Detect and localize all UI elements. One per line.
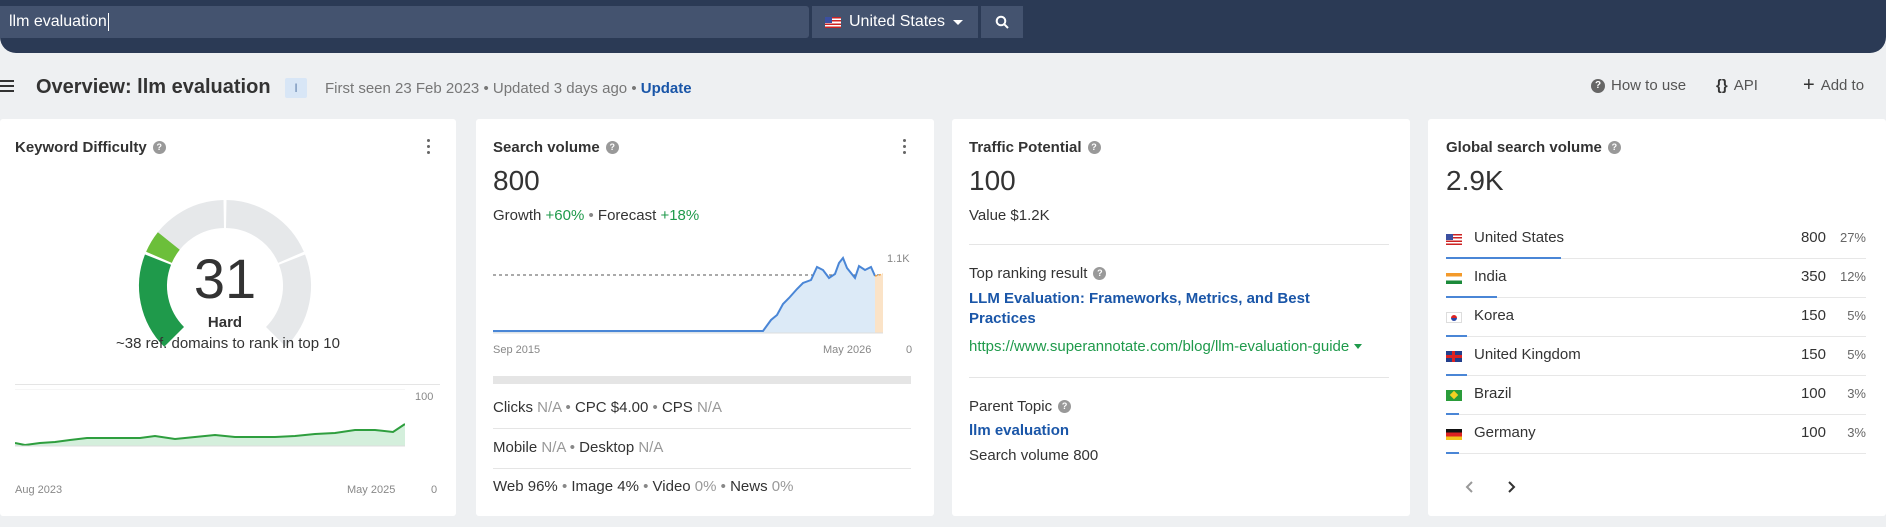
keyword-meta: First seen 23 Feb 2023 • Updated 3 days … bbox=[325, 80, 692, 97]
parent-topic-label: Parent Topic ? bbox=[969, 398, 1072, 415]
us-flag-icon bbox=[825, 16, 841, 28]
country-share-bar bbox=[1446, 452, 1459, 454]
country-select[interactable]: United States bbox=[812, 6, 978, 38]
kd-gauge-fill-segment bbox=[146, 232, 181, 264]
country-row[interactable]: India 350 12% bbox=[1446, 259, 1866, 298]
sv-title: Search volume ? bbox=[493, 139, 619, 156]
uk-flag-icon bbox=[1446, 351, 1462, 362]
sv-growth: Growth +60% • Forecast +18% bbox=[493, 207, 700, 224]
search-icon bbox=[995, 15, 1009, 29]
top-bar: llm evaluation United States bbox=[0, 0, 1886, 53]
sv-device-row: Mobile N/A • Desktop N/A bbox=[493, 439, 664, 456]
keyword-search-input[interactable]: llm evaluation bbox=[0, 6, 809, 38]
tp-value: 100 bbox=[969, 165, 1016, 196]
parent-topic-link[interactable]: llm evaluation bbox=[969, 422, 1069, 439]
sv-range-scrollbar[interactable] bbox=[493, 376, 911, 384]
divider bbox=[15, 384, 440, 385]
kd-x-start: Aug 2023 bbox=[15, 484, 63, 496]
global-search-volume-card: Global search volume ? 2.9K United State… bbox=[1428, 119, 1886, 516]
sv-y-max: 1.1K bbox=[887, 253, 910, 265]
add-to-label: Add to bbox=[1820, 77, 1865, 94]
forecast-label: Forecast bbox=[597, 207, 657, 224]
keyword-difficulty-card: Keyword Difficulty ? 31 Hard ~38 ref. do… bbox=[0, 119, 456, 516]
kd-level: Hard bbox=[207, 314, 243, 331]
kd-y-min: 0 bbox=[431, 484, 438, 496]
chevron-right-icon[interactable] bbox=[1505, 480, 1517, 494]
how-to-use-link[interactable]: ? How to use bbox=[1591, 77, 1686, 94]
sv-clicks-row: Clicks N/A • CPC $4.00 • CPS N/A bbox=[493, 399, 722, 416]
gsv-value: 2.9K bbox=[1446, 165, 1504, 196]
first-seen-text: First seen 23 Feb 2023 bbox=[325, 80, 480, 97]
sv-x-end: May 2026 bbox=[823, 344, 872, 356]
korea-flag-icon bbox=[1446, 312, 1462, 323]
top-ranking-label: Top ranking result ? bbox=[969, 265, 1107, 282]
kd-y-max: 100 bbox=[415, 391, 434, 403]
sv-title-label: Search volume bbox=[493, 139, 600, 156]
traffic-potential-card: Traffic Potential ? 100 Value $1.2K Top … bbox=[952, 119, 1410, 516]
add-to-button[interactable]: + Add to bbox=[1803, 74, 1865, 96]
india-flag-icon bbox=[1446, 273, 1462, 284]
kebab-icon[interactable] bbox=[427, 139, 431, 157]
chevron-down-icon bbox=[1354, 344, 1363, 349]
help-icon[interactable]: ? bbox=[152, 141, 166, 154]
sv-y-min: 0 bbox=[906, 344, 913, 356]
sv-x-start: Sep 2015 bbox=[493, 344, 541, 356]
help-icon[interactable]: ? bbox=[605, 141, 619, 154]
intent-badge[interactable]: I bbox=[285, 78, 307, 98]
search-query-text: llm evaluation bbox=[9, 13, 107, 30]
country-row[interactable]: Brazil 100 3% bbox=[1446, 376, 1866, 415]
api-link[interactable]: {} API bbox=[1716, 77, 1758, 94]
parent-topic-volume: Search volume 800 bbox=[969, 447, 1099, 464]
chevron-down-icon bbox=[953, 19, 964, 25]
country-row[interactable]: Korea 150 5% bbox=[1446, 298, 1866, 337]
us-flag-icon bbox=[1446, 234, 1462, 245]
tp-value-line: Value $1.2K bbox=[969, 207, 1050, 224]
sv-value: 800 bbox=[493, 165, 540, 196]
plus-icon: + bbox=[1803, 74, 1815, 96]
gsv-title: Global search volume ? bbox=[1446, 139, 1621, 156]
updated-text: Updated 3 days ago bbox=[492, 80, 628, 97]
gsv-title-label: Global search volume bbox=[1446, 139, 1602, 156]
tp-title: Traffic Potential ? bbox=[969, 139, 1101, 156]
help-icon[interactable]: ? bbox=[1087, 141, 1101, 154]
forecast-value: +18% bbox=[660, 207, 700, 224]
help-icon[interactable]: ? bbox=[1058, 400, 1072, 413]
top-ranking-url-link[interactable]: https://www.superannotate.com/blog/llm-e… bbox=[969, 338, 1363, 355]
hamburger-icon[interactable] bbox=[0, 80, 14, 95]
kd-note: ~38 ref. domains to rank in top 10 bbox=[116, 335, 340, 352]
braces-icon: {} bbox=[1716, 77, 1728, 94]
search-button[interactable] bbox=[981, 6, 1023, 38]
help-icon[interactable]: ? bbox=[1093, 267, 1107, 280]
growth-label: Growth bbox=[493, 207, 542, 224]
tp-title-label: Traffic Potential bbox=[969, 139, 1082, 156]
kd-title-label: Keyword Difficulty bbox=[15, 139, 147, 156]
kd-x-end: May 2025 bbox=[347, 484, 396, 496]
germany-flag-icon bbox=[1446, 429, 1462, 440]
api-label: API bbox=[1733, 77, 1758, 94]
kd-score: 31 bbox=[193, 247, 257, 310]
chevron-left-icon[interactable] bbox=[1464, 480, 1476, 494]
how-to-use-label: How to use bbox=[1611, 77, 1687, 94]
country-row[interactable]: United Kingdom 150 5% bbox=[1446, 337, 1866, 376]
country-row[interactable]: Germany 100 3% bbox=[1446, 415, 1866, 454]
search-volume-card: Search volume ? 800 Growth +60% • Foreca… bbox=[476, 119, 934, 516]
update-link[interactable]: Update bbox=[641, 80, 692, 97]
question-circle-icon: ? bbox=[1591, 78, 1605, 93]
country-row[interactable]: United States 800 27% bbox=[1446, 220, 1866, 259]
kd-history-chart bbox=[15, 389, 405, 447]
top-ranking-title-link[interactable]: LLM Evaluation: Frameworks, Metrics, and… bbox=[969, 289, 1369, 329]
country-select-label: United States bbox=[849, 13, 946, 30]
growth-value: +60% bbox=[545, 207, 585, 224]
kebab-icon[interactable] bbox=[903, 139, 907, 157]
help-icon[interactable]: ? bbox=[1607, 141, 1621, 154]
sv-trend-chart bbox=[493, 256, 883, 334]
page-title: Overview: llm evaluation bbox=[36, 76, 271, 98]
kd-title: Keyword Difficulty ? bbox=[15, 139, 166, 156]
brazil-flag-icon bbox=[1446, 390, 1462, 401]
text-cursor bbox=[107, 12, 109, 31]
sv-serp-types-row: Web 96% • Image 4% • Video 0% • News 0% bbox=[493, 478, 794, 495]
